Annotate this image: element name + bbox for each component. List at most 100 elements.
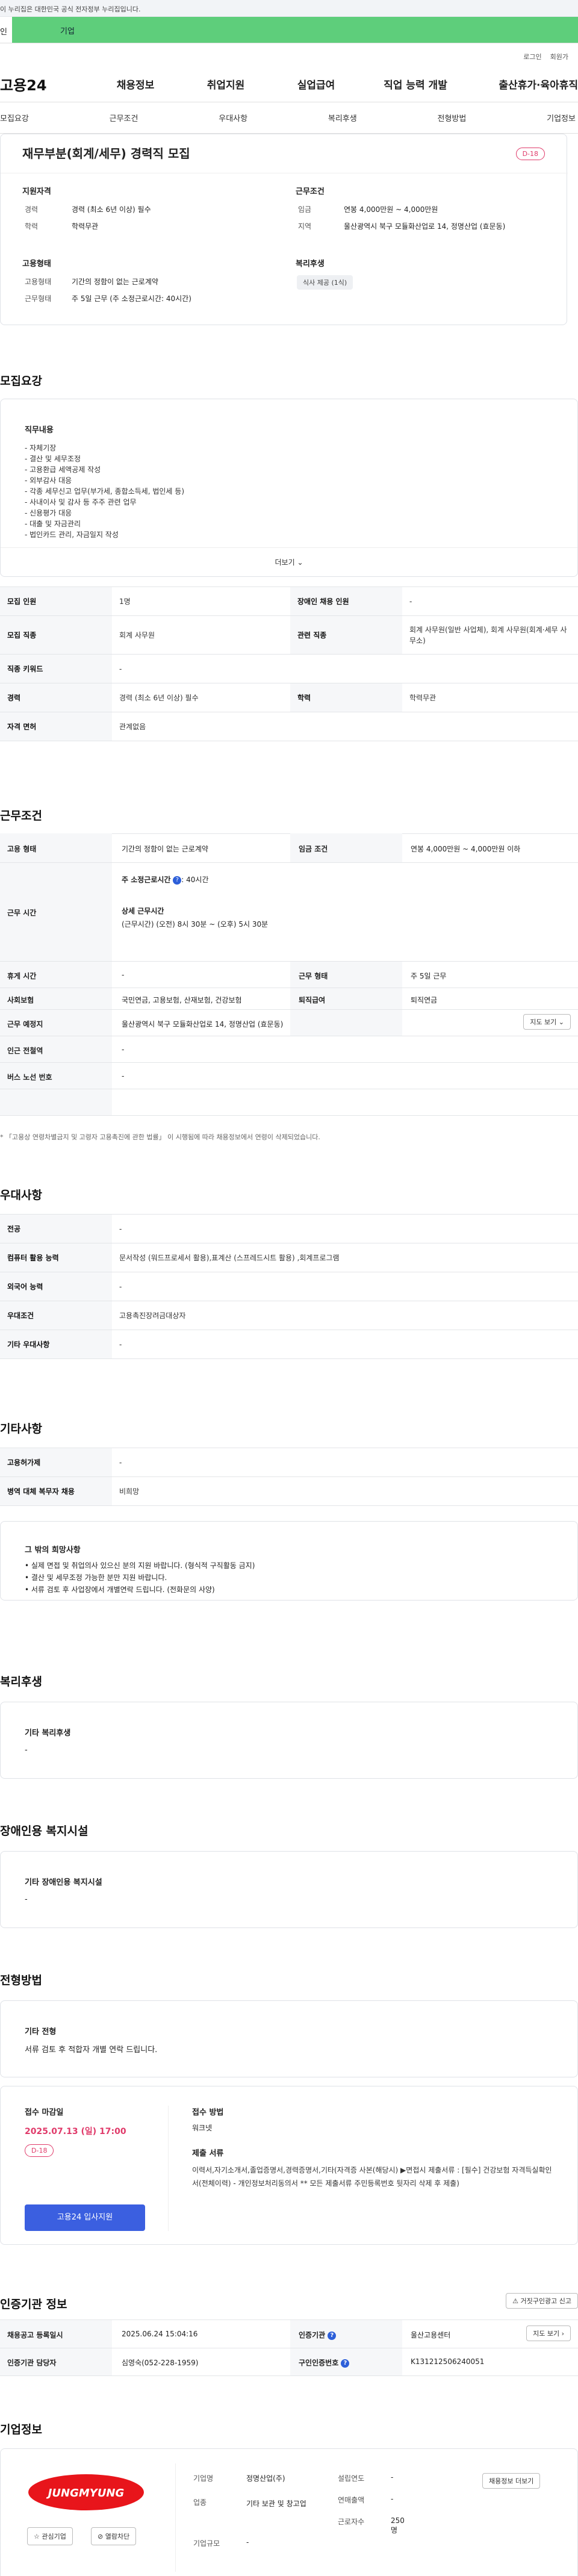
- biz-key: 기업명: [193, 2474, 214, 2483]
- etc-title: 기타사항: [0, 1422, 42, 1436]
- row-value: -: [112, 1214, 578, 1243]
- agency-table: 채용공고 등록일시 2025.06.24 15:04:16 인증기관 ? 울산고…: [0, 2319, 578, 2376]
- tab-company[interactable]: 기업: [12, 17, 578, 43]
- edu-value: 학력무관: [72, 222, 99, 231]
- disab-title: 장애인용 복지시설: [0, 1825, 89, 1838]
- process-title: 전형방법: [0, 1974, 42, 1987]
- ind-key: 업종: [193, 2498, 207, 2507]
- apply-button[interactable]: 고용24 입사지원: [25, 2204, 145, 2231]
- fav-button[interactable]: ☆ 관심기업: [27, 2527, 73, 2545]
- conditions-title: 근무조건: [0, 809, 42, 823]
- hours-value: 주 5일 근무 (주 소정근로시간: 40시간): [72, 294, 191, 303]
- benefit-card: 기타 복리후생 -: [0, 1702, 578, 1779]
- station-key: 인근 전철역: [7, 1047, 43, 1055]
- map-button[interactable]: 지도 보기 ›: [526, 2326, 571, 2341]
- info-icon[interactable]: ?: [328, 2331, 337, 2340]
- process-card: 기타 전형 서류 검토 후 적합자 개별 연락 드립니다.: [0, 2000, 578, 2077]
- company-card: JUNGMYUNG ☆ 관심기업 ⊘ 열람차단 기업명 정명산업(주) 업종 기…: [0, 2448, 578, 2576]
- nav-item-leave[interactable]: 출산휴가·육아휴직: [470, 76, 578, 92]
- table-row: 병역 대체 복무자 채용 비희망: [0, 1476, 578, 1506]
- duty-item: - 자체기장: [25, 444, 57, 452]
- map-button[interactable]: 지도 보기 ⌄: [523, 1014, 571, 1030]
- join-link[interactable]: 회원가: [550, 52, 568, 66]
- duty-card: 직무내용 - 자체기장 - 결산 및 세무조정 - 고용환급 세액공제 작성 -…: [0, 399, 578, 577]
- time-key: 근무 시간: [7, 909, 37, 917]
- reg-val: 2025.06.24 15:04:16: [122, 2330, 198, 2338]
- wish-item: • 결산 및 세무조정 가능한 분만 지원 바랍니다.: [25, 1573, 167, 1582]
- form-title: 고용형태: [22, 260, 51, 269]
- section-nav: 모집요강 근무조건 우대사항 복리후생 전형방법 기업정보: [0, 102, 578, 134]
- login-link[interactable]: 로그인: [523, 52, 541, 66]
- block-button-label: 열람차단: [105, 2533, 130, 2540]
- nav-item-jobs[interactable]: 채용정보: [90, 76, 181, 92]
- row-key: 우대조건: [0, 1301, 112, 1330]
- inst-key: 인증기관 ?: [299, 2330, 337, 2340]
- summary-card: 재무부분(회계/세무) 경력직 모집 D-18 지원자격 경력 경력 (최소 6…: [0, 134, 568, 325]
- region-value: 울산광역시 북구 모듈화산업로 14, 정명산업 (효문동): [344, 222, 506, 231]
- row-key: 전공: [0, 1214, 112, 1243]
- info-icon[interactable]: ?: [341, 2359, 350, 2368]
- row-value: 비희망: [112, 1476, 578, 1506]
- anchor-pref[interactable]: 우대사항: [219, 112, 247, 123]
- ins-val: 국민연금, 고용보험, 산재보험, 건강보험: [122, 996, 242, 1004]
- process-etc-value: 서류 검토 후 적합자 개별 연락 드립니다.: [25, 2046, 158, 2055]
- biz-val: 정명산업(주): [246, 2474, 285, 2483]
- job-title: 재무부분(회계/세무) 경력직 모집: [22, 146, 190, 161]
- method-title: 접수 방법: [192, 2108, 224, 2117]
- more-button[interactable]: 더보기 ⌄: [1, 557, 577, 567]
- no-key: 구인인증번호 ?: [299, 2357, 350, 2368]
- station-val: -: [122, 1045, 125, 1054]
- pref-table: 전공 - 컴퓨터 활용 능력 문서작성 (워드프로세서 활용),표계산 (스프레드시…: [0, 1214, 578, 1359]
- company-jobs-button[interactable]: 채용정보 더보기: [482, 2473, 541, 2489]
- disab-card: 기타 장애인용 복지시설 -: [0, 1851, 578, 1928]
- disab-box-value: -: [25, 1895, 28, 1904]
- sales-val: -: [391, 2495, 394, 2503]
- type-key: 고용 형태: [7, 845, 37, 853]
- wage-key: 임금 조건: [299, 845, 328, 853]
- type-val: 기간의 정함이 없는 근로계약: [122, 845, 208, 853]
- row-key: 관련 직종: [290, 615, 402, 655]
- anchor-benefit[interactable]: 복리후생: [328, 112, 357, 123]
- bus-key: 버스 노선 번호: [7, 1073, 52, 1081]
- row-key: 학력: [290, 683, 402, 712]
- row-key: 병역 대체 복무자 채용: [0, 1476, 112, 1506]
- est-val: -: [391, 2473, 394, 2481]
- career-label: 경력: [25, 205, 39, 214]
- nav-item-training[interactable]: 직업 능력 개발: [361, 76, 470, 92]
- row-value: -: [402, 586, 578, 616]
- duty-item: - 대출 및 자금관리: [25, 520, 81, 528]
- chevron-down-icon: ⌄: [558, 1018, 564, 1026]
- block-icon: ⊘: [98, 2533, 104, 2540]
- age-note: * 「고용상 연령차별금지 및 고령자 고용촉진에 관한 법률」 이 시행됨에 …: [0, 1133, 320, 1141]
- docs-title: 제출 서류: [192, 2149, 224, 2158]
- anchor-recruit[interactable]: 모집요강: [0, 112, 29, 123]
- row-value: 관계없음: [112, 712, 578, 741]
- anchor-process[interactable]: 전형방법: [438, 112, 467, 123]
- sev-val: 퇴직연금: [411, 996, 438, 1004]
- wage-val: 연봉 4,000만원 ~ 4,000만원 이하: [411, 845, 521, 853]
- docs-value: 이력서,자기소개서,졸업증명서,경력증명서,기타(자격증 사본(해당시) ▶면접…: [192, 2166, 552, 2188]
- est-key: 설립연도: [338, 2474, 365, 2483]
- sales-key: 연매출액: [338, 2496, 365, 2504]
- company-logo-image: JUNGMYUNG: [28, 2474, 144, 2510]
- wish-item: • 서류 검토 후 사업장에서 개별연락 드립니다. (전화문의 사양): [25, 1585, 215, 1594]
- table-row: 모집 직종 회계 사무원 관련 직종 회계 사무원(일반 사업체), 회계 사무원(회…: [0, 615, 578, 655]
- row-value: 회계 사무원(일반 사업체), 회계 사무원(회계·세무 사무소): [402, 615, 578, 655]
- site-logo[interactable]: 고용24: [0, 73, 90, 95]
- anchor-conditions[interactable]: 근무조건: [110, 112, 138, 123]
- row-value: 문서작성 (워드프로세서 활용),표계산 (스프레드시트 활용) ,회계프로그램: [112, 1243, 578, 1272]
- bus-val: -: [122, 1072, 125, 1080]
- duty-item: - 각종 세무신고 업무(부가세, 종합소득세, 법인세 등): [25, 487, 185, 496]
- block-button[interactable]: ⊘ 열람차단: [91, 2527, 137, 2545]
- nav-item-support[interactable]: 취업지원: [181, 76, 271, 92]
- report-button[interactable]: ⚠ 거짓구인광고 신고: [506, 2293, 578, 2309]
- info-icon[interactable]: ?: [173, 876, 182, 885]
- nav-item-benefit[interactable]: 실업급여: [271, 76, 361, 92]
- anchor-company[interactable]: 기업정보: [547, 112, 576, 123]
- company-logo: JUNGMYUNG: [27, 2473, 145, 2512]
- wish-card: 그 밖의 희망사항 • 실제 면접 및 취업의사 있으신 분의 지원 바랍니다.…: [0, 1521, 578, 1601]
- row-value: 학력무관: [402, 683, 578, 712]
- tab-personal[interactable]: 인: [0, 17, 12, 43]
- method-value: 워크넷: [192, 2124, 213, 2132]
- duty-item: - 법인카드 관리, 자금일지 작성: [25, 530, 119, 539]
